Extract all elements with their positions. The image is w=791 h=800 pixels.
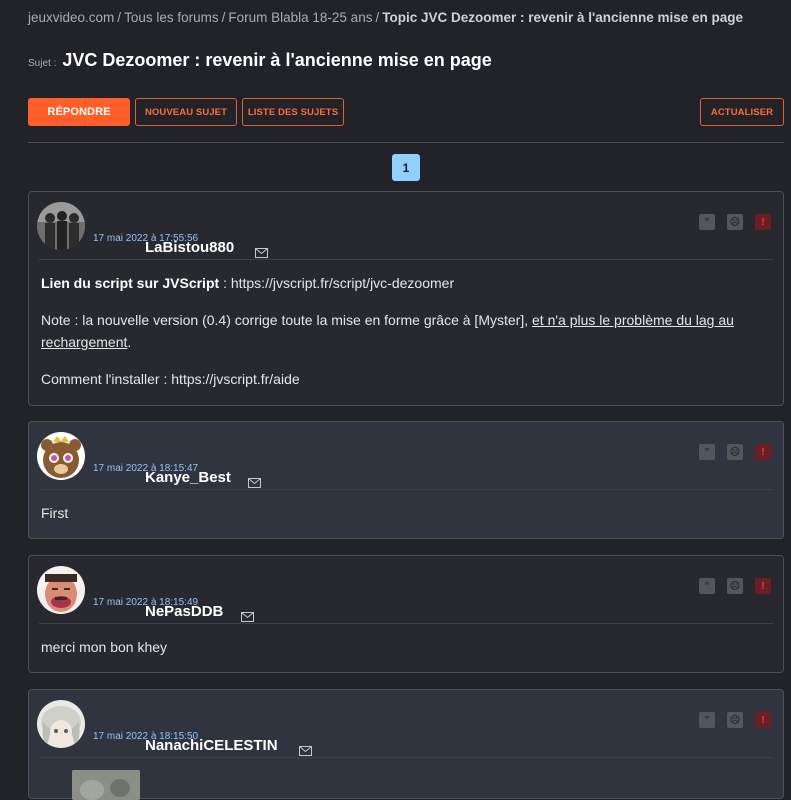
- breadcrumb: jeuxvideo.com / Tous les forums / Forum Blab…: [28, 10, 743, 25]
- alert-icon[interactable]: !: [755, 712, 771, 728]
- breadcrumb-separator: /: [117, 10, 122, 25]
- breadcrumb-home[interactable]: jeuxvideo.com: [28, 10, 114, 25]
- post-tools: ” ☹ !: [699, 214, 771, 230]
- breadcrumb-all-forums[interactable]: Tous les forums: [124, 10, 219, 25]
- mail-icon[interactable]: [248, 478, 261, 488]
- new-topic-button[interactable]: NOUVEAU SUJET: [135, 98, 237, 126]
- reply-button[interactable]: RÉPONDRE: [28, 98, 130, 126]
- embedded-image[interactable]: [72, 770, 140, 800]
- ddb-icon[interactable]: ☹: [727, 214, 743, 230]
- post-body: First: [41, 505, 69, 521]
- ddb-icon[interactable]: ☹: [727, 444, 743, 460]
- avatar[interactable]: [37, 432, 85, 480]
- refresh-button[interactable]: ACTUALISER: [700, 98, 784, 126]
- post-tools: ” ☹ !: [699, 712, 771, 728]
- subject-header: Sujet : JVC Dezoomer : revenir à l'ancie…: [28, 50, 492, 71]
- page-1-button[interactable]: 1: [392, 154, 420, 181]
- post-separator: [39, 489, 773, 490]
- post: 17 mai 2022 à 18:15:50 NanachiCELESTIN ”…: [28, 689, 784, 800]
- mail-icon[interactable]: [255, 248, 268, 258]
- post-tools: ” ☹ !: [699, 444, 771, 460]
- topic-list-button[interactable]: LISTE DES SUJETS: [242, 98, 344, 126]
- script-link[interactable]: : https://jvscript.fr/script/jvc-dezoome…: [219, 275, 454, 291]
- alert-icon[interactable]: !: [755, 578, 771, 594]
- alert-icon[interactable]: !: [755, 444, 771, 460]
- breadcrumb-separator: /: [375, 10, 380, 25]
- note-link[interactable]: rechargement: [41, 334, 127, 350]
- toolbar-divider: [28, 142, 784, 143]
- breadcrumb-forum[interactable]: Forum Blabla 18-25 ans: [228, 10, 372, 25]
- ddb-icon[interactable]: ☹: [727, 578, 743, 594]
- post-separator: [39, 623, 773, 624]
- post-body: Lien du script sur JVScript : https://jv…: [41, 272, 763, 390]
- quote-icon[interactable]: ”: [699, 444, 715, 460]
- post-separator: [39, 757, 773, 758]
- mail-icon[interactable]: [241, 612, 254, 622]
- ddb-icon[interactable]: ☹: [727, 712, 743, 728]
- alert-icon[interactable]: !: [755, 214, 771, 230]
- post-body: merci mon bon khey: [41, 639, 168, 655]
- post: 17 mai 2022 à 17:55:56 LaBistou880 ” ☹ !…: [28, 191, 784, 406]
- avatar[interactable]: [37, 700, 85, 748]
- post-author[interactable]: LaBistou880: [145, 239, 234, 256]
- mail-icon[interactable]: [299, 746, 312, 756]
- avatar[interactable]: [37, 202, 85, 250]
- post-separator: [39, 259, 773, 260]
- script-link-label: Lien du script sur JVScript: [41, 275, 220, 291]
- quote-icon[interactable]: ”: [699, 712, 715, 728]
- post: 17 mai 2022 à 18:15:47 Kanye_Best ” ☹ ! …: [28, 421, 784, 539]
- post-tools: ” ☹ !: [699, 578, 771, 594]
- quote-icon[interactable]: ”: [699, 214, 715, 230]
- post-author[interactable]: NanachiCELESTIN: [145, 737, 278, 754]
- quote-icon[interactable]: ”: [699, 578, 715, 594]
- post: 17 mai 2022 à 18:15:49 NePasDDB ” ☹ ! me…: [28, 555, 784, 673]
- avatar[interactable]: [37, 566, 85, 614]
- subject-label: Sujet :: [28, 58, 57, 69]
- install-text: Comment l'installer : https://jvscript.f…: [41, 371, 300, 387]
- breadcrumb-separator: /: [221, 10, 226, 25]
- post-author[interactable]: Kanye_Best: [145, 469, 231, 486]
- page-title: JVC Dezoomer : revenir à l'ancienne mise…: [62, 50, 492, 70]
- post-author[interactable]: NePasDDB: [145, 603, 223, 620]
- breadcrumb-current: Topic JVC Dezoomer : revenir à l'ancienn…: [382, 10, 744, 25]
- note-link[interactable]: et n'a plus le problème du lag au: [532, 312, 734, 328]
- note-text: Note : la nouvelle version (0.4) corrige…: [41, 312, 532, 328]
- note-end: .: [127, 334, 132, 350]
